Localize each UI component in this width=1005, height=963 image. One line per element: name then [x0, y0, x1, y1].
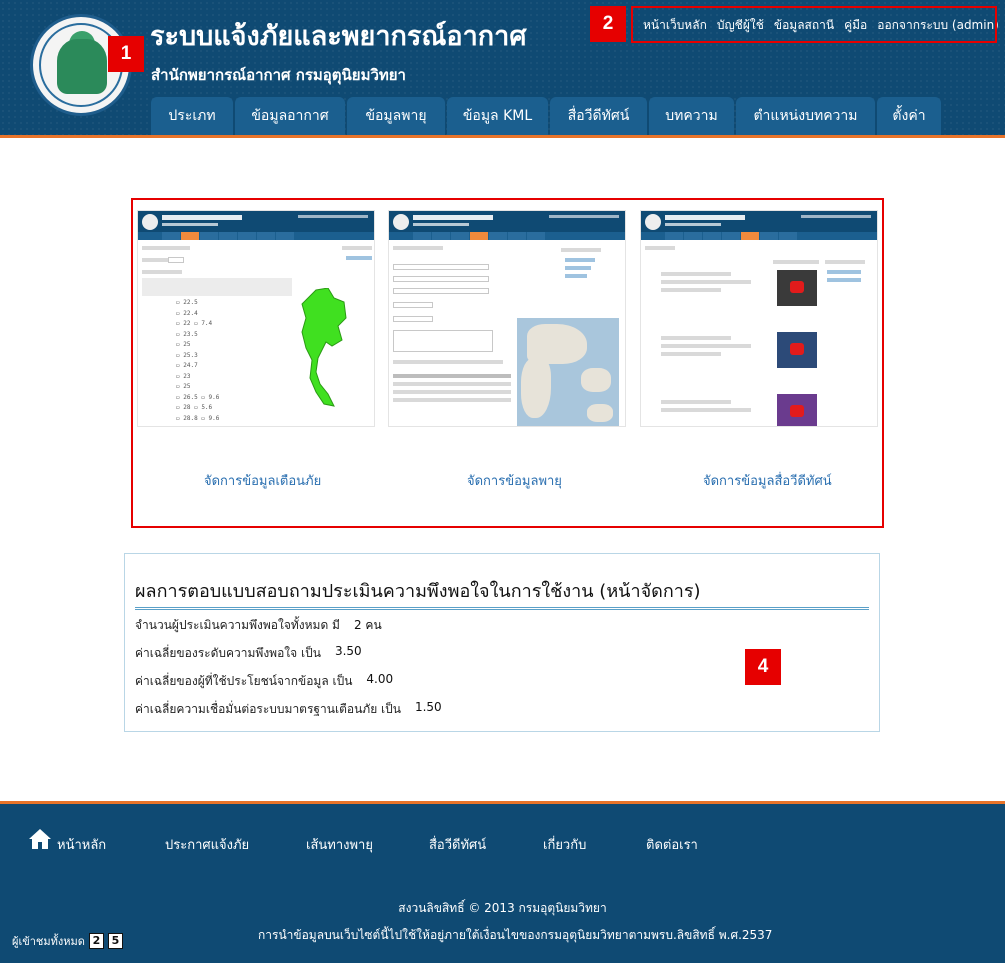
footer-link-video[interactable]: สื่อวีดีทัศน์ — [429, 834, 486, 855]
shortcut-thumb-storm[interactable] — [388, 210, 626, 427]
survey-label: จำนวนผู้ประเมินความพึงพอใจทั้งหมด มี — [135, 618, 340, 632]
tab-category[interactable]: ประเภท — [151, 97, 233, 135]
survey-results-panel: ผลการตอบแบบสอบถามประเมินความพึงพอใจในการ… — [124, 553, 880, 732]
storm-map — [517, 318, 619, 426]
tab-articles[interactable]: บทความ — [649, 97, 734, 135]
shortcut-link-storm[interactable]: จัดการข้อมูลพายุ — [467, 470, 562, 491]
thumb-logo — [393, 214, 409, 230]
thumb-title-bar — [665, 215, 745, 220]
survey-row-confidence: ค่าเฉลี่ยความเชื่อมั่นต่อระบบมาตรฐานเตือ… — [135, 700, 442, 719]
thumb-body: ▭ 22.5 ▭ 22.4 ▭ 22 ▭ 7.4 ▭ 23.5 ▭ 25 ▭ 2… — [138, 240, 374, 426]
visitor-digit: 2 — [88, 933, 104, 949]
thumb-links-bar — [298, 215, 368, 218]
footer-link-home[interactable]: หน้าหลัก — [57, 834, 106, 855]
thumb-subtitle-bar — [413, 223, 469, 226]
video-thumb-3 — [777, 394, 817, 426]
thumb-nav — [641, 232, 877, 240]
footer-link-storm-tracks[interactable]: เส้นทางพายุ — [306, 834, 373, 855]
shortcut-link-video[interactable]: จัดการข้อมูลสื่อวีดีทัศน์ — [703, 470, 832, 491]
home-icon[interactable] — [28, 828, 52, 850]
shortcut-thumb-warning[interactable]: ▭ 22.5 ▭ 22.4 ▭ 22 ▭ 7.4 ▭ 23.5 ▭ 25 ▭ 2… — [137, 210, 375, 427]
survey-value: 1.50 — [414, 700, 442, 714]
logo-emblem — [57, 39, 107, 94]
video-thumb-1 — [777, 270, 817, 306]
thailand-map-green — [301, 288, 347, 407]
tab-kml-data[interactable]: ข้อมูล KML — [447, 97, 548, 135]
thumb-subtitle-bar — [162, 223, 218, 226]
survey-row-usefulness: ค่าเฉลี่ยของผู้ที่ใช้ประโยชน์จากข้อมูล เ… — [135, 672, 393, 691]
visitor-counter: ผู้เข้าชมทั้งหมด 2 5 — [12, 932, 123, 950]
play-icon — [790, 281, 804, 293]
survey-label: ค่าเฉลี่ยความเชื่อมั่นต่อระบบมาตรฐานเตือ… — [135, 702, 401, 716]
thumb-title-bar — [413, 215, 493, 220]
main-nav: ประเภท ข้อมูลอากาศ ข้อมูลพายุ ข้อมูล KML… — [151, 97, 941, 135]
survey-title: ผลการตอบแบบสอบถามประเมินความพึงพอใจในการ… — [135, 581, 701, 602]
thumb-body — [641, 240, 877, 426]
thumb-header — [138, 211, 374, 232]
annotation-box-topnav — [631, 6, 997, 43]
visitor-label: ผู้เข้าชมทั้งหมด — [12, 935, 85, 948]
site-footer: หน้าหลัก ประกาศแจ้งภัย เส้นทางพายุ สื่อว… — [0, 801, 1005, 963]
thumb-body — [389, 240, 625, 426]
video-thumb-2 — [777, 332, 817, 368]
copyright-text: สงวนลิขสิทธิ์ © 2013 กรมอุตุนิยมวิทยา — [398, 901, 607, 915]
survey-row-total: จำนวนผู้ประเมินความพึงพอใจทั้งหมด มี 2 ค… — [135, 616, 382, 635]
usage-notice: การนำข้อมูลบนเว็บไซต์นี้ไปใช้ให้อยู่ภายใ… — [258, 928, 773, 942]
survey-value: 2 คน — [353, 618, 382, 632]
thumb-title-bar — [162, 215, 242, 220]
shortcut-thumb-video[interactable] — [640, 210, 878, 427]
thumb-nav — [138, 232, 374, 240]
survey-label: ค่าเฉลี่ยของระดับความพึงพอใจ เป็น — [135, 646, 321, 660]
footer-link-alerts[interactable]: ประกาศแจ้งภัย — [165, 834, 249, 855]
shortcut-link-warning[interactable]: จัดการข้อมูลเตือนภัย — [204, 470, 321, 491]
thumb-header — [641, 211, 877, 232]
survey-label: ค่าเฉลี่ยของผู้ที่ใช้ประโยชน์จากข้อมูล เ… — [135, 674, 353, 688]
tab-storm-data[interactable]: ข้อมูลพายุ — [347, 97, 445, 135]
annotation-badge-1: 1 — [108, 36, 144, 72]
tab-settings[interactable]: ตั้งค่า — [877, 97, 941, 135]
site-subtitle: สำนักพยากรณ์อากาศ กรมอุตุนิยมวิทยา — [151, 66, 406, 84]
tab-video-media[interactable]: สื่อวีดีทัศน์ — [550, 97, 647, 135]
footer-link-about[interactable]: เกี่ยวกับ — [543, 834, 586, 855]
visitor-digit: 5 — [107, 933, 123, 949]
annotation-badge-4: 4 — [745, 649, 781, 685]
thumb-nav — [389, 232, 625, 240]
thumb-links-bar — [801, 215, 871, 218]
thumb-links-bar — [549, 215, 619, 218]
thumb-header — [389, 211, 625, 232]
annotation-badge-2: 2 — [590, 6, 626, 42]
survey-divider — [135, 607, 869, 610]
thumb-subtitle-bar — [665, 223, 721, 226]
play-icon — [790, 405, 804, 417]
tab-article-positions[interactable]: ตำแหน่งบทความ — [736, 97, 875, 135]
thumb-logo — [142, 214, 158, 230]
play-icon — [790, 343, 804, 355]
thumb-logo — [645, 214, 661, 230]
survey-value: 3.50 — [334, 644, 362, 658]
survey-row-satisfaction: ค่าเฉลี่ยของระดับความพึงพอใจ เป็น 3.50 — [135, 644, 362, 663]
survey-value: 4.00 — [366, 672, 394, 686]
tab-weather-data[interactable]: ข้อมูลอากาศ — [235, 97, 345, 135]
thumb-value-list: ▭ 22.5 ▭ 22.4 ▭ 22 ▭ 7.4 ▭ 23.5 ▭ 25 ▭ 2… — [176, 299, 220, 422]
site-title: ระบบแจ้งภัยและพยากรณ์อากาศ — [150, 21, 527, 52]
footer-link-contact[interactable]: ติดต่อเรา — [646, 834, 698, 855]
